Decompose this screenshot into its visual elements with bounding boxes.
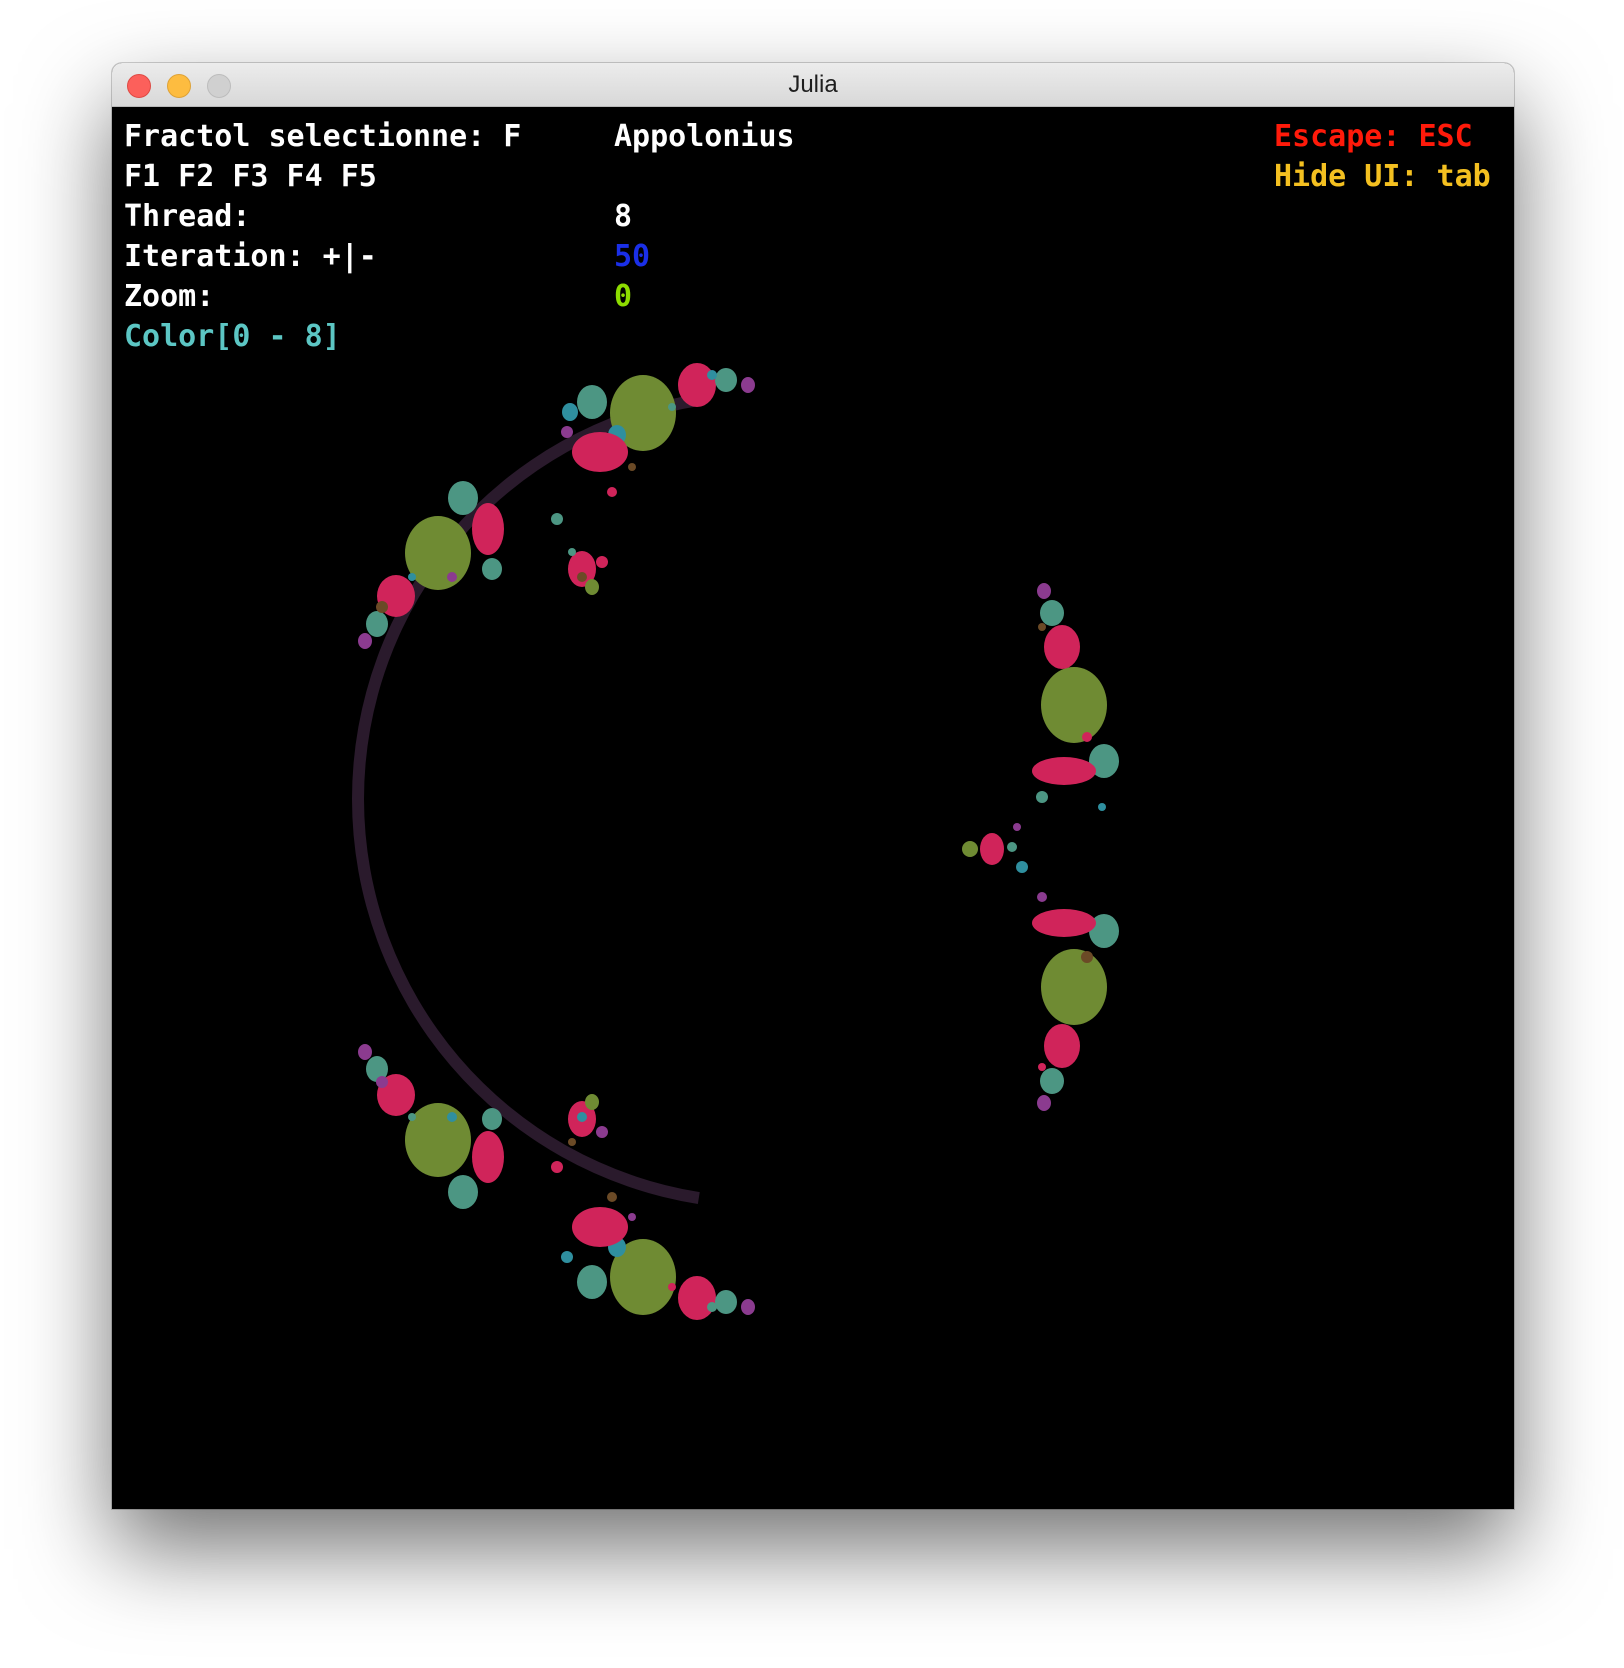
fractal-speck: [628, 1213, 636, 1221]
fractal-speck: [1038, 1063, 1046, 1071]
fractal-circle: [366, 611, 388, 637]
fractal-viewport[interactable]: Fractol selectionne: F Appolonius F1 F2 …: [112, 107, 1514, 1509]
iteration-value: 50: [614, 239, 651, 274]
fractal-speck: [577, 1112, 587, 1122]
fractal-circle: [1037, 1095, 1051, 1111]
fractal-circle: [585, 579, 599, 595]
fractal-speck: [568, 548, 576, 556]
fractal-speck: [707, 370, 717, 380]
fractal-speck: [707, 1302, 717, 1312]
fractal-circle: [715, 368, 737, 392]
fractal-circle: [741, 377, 755, 393]
fractal-circle: [1040, 1068, 1064, 1094]
fractal-circle: [980, 833, 1004, 865]
fractal-speck: [1037, 892, 1047, 902]
fractal-speck: [1038, 623, 1046, 631]
fractal-circle: [472, 1131, 504, 1183]
fractal-speck: [596, 1126, 608, 1138]
fractal-speck: [1082, 732, 1092, 742]
fractal-speck: [668, 1283, 676, 1291]
fractal-circle: [577, 1265, 607, 1299]
fractal-circles: [358, 363, 1119, 1320]
fractal-speck: [607, 1192, 617, 1202]
hide-ui-hint: Hide UI: tab: [1274, 159, 1491, 194]
fractal-speck: [1013, 823, 1021, 831]
fractal-circle: [1040, 600, 1064, 626]
fractal-speck: [607, 487, 617, 497]
fractal-circle: [358, 1044, 372, 1060]
fractal-circle: [358, 633, 372, 649]
fractal-circle: [715, 1290, 737, 1314]
fractal-circle: [678, 363, 716, 407]
thread-value: 8: [614, 199, 633, 234]
fractal-circle: [448, 481, 478, 515]
fractal-circle: [482, 1108, 502, 1130]
zoom-value: 0: [614, 279, 633, 314]
fractal-circle: [472, 503, 504, 555]
fractal-circle: [585, 1094, 599, 1110]
fractal-circle: [1032, 909, 1096, 937]
fractal-circle: [1041, 667, 1107, 743]
fractal-speck: [447, 1112, 457, 1122]
fractal-speck: [1098, 803, 1106, 811]
fractal-speck: [577, 572, 587, 582]
iteration-label: Iteration: +|-: [124, 239, 377, 274]
fractal-circle: [577, 385, 607, 419]
fractal-speck: [1016, 861, 1028, 873]
fractal-speck: [1007, 842, 1017, 852]
fractal-circle: [1044, 1024, 1080, 1068]
fractal-speck: [668, 403, 676, 411]
fractal-speck: [561, 1251, 573, 1263]
fractal-speck: [568, 1138, 576, 1146]
fractal-speck: [1036, 791, 1048, 803]
window-title: Julia: [788, 71, 838, 98]
fractal-circle: [1041, 949, 1107, 1025]
fractal-circle: [1044, 625, 1080, 669]
color-range-label: Color[0 - 8]: [124, 319, 341, 354]
fractal-circle: [572, 1207, 628, 1247]
fractal-circle: [678, 1276, 716, 1320]
fractal-speck: [447, 572, 457, 582]
fractal-circle: [962, 841, 978, 857]
thread-label: Thread:: [124, 199, 251, 234]
fractal-speck: [376, 1076, 388, 1088]
fractal-circle: [448, 1175, 478, 1209]
fractal-speck: [1081, 951, 1093, 963]
selected-fractal-value: Appolonius: [614, 119, 795, 154]
fractal-speck: [408, 1113, 416, 1121]
selected-fractal-label: Fractol selectionne: F: [124, 119, 522, 154]
zoom-label: Zoom:: [124, 279, 215, 314]
fractal-speck: [596, 556, 608, 568]
title-bar[interactable]: Julia: [112, 63, 1514, 107]
fractal-speck: [408, 573, 416, 581]
fractal-speck: [561, 426, 573, 438]
fractal-speck: [628, 463, 636, 471]
fractal-circle: [1032, 757, 1096, 785]
fractal-circle: [562, 403, 578, 421]
fractal-speck: [551, 513, 563, 525]
fractal-speck: [376, 601, 388, 613]
julia-window: Julia Fractol selectionne: F Appolonius …: [112, 63, 1514, 1509]
fractal-keys-hint: F1 F2 F3 F4 F5: [124, 159, 377, 194]
fractal-circle: [482, 558, 502, 580]
fractal-circle: [405, 1103, 471, 1177]
escape-hint: Escape: ESC: [1274, 119, 1473, 154]
fractal-circle: [1037, 583, 1051, 599]
fractal-circle: [741, 1299, 755, 1315]
fractal-speck: [551, 1161, 563, 1173]
fractal-circle: [572, 432, 628, 472]
